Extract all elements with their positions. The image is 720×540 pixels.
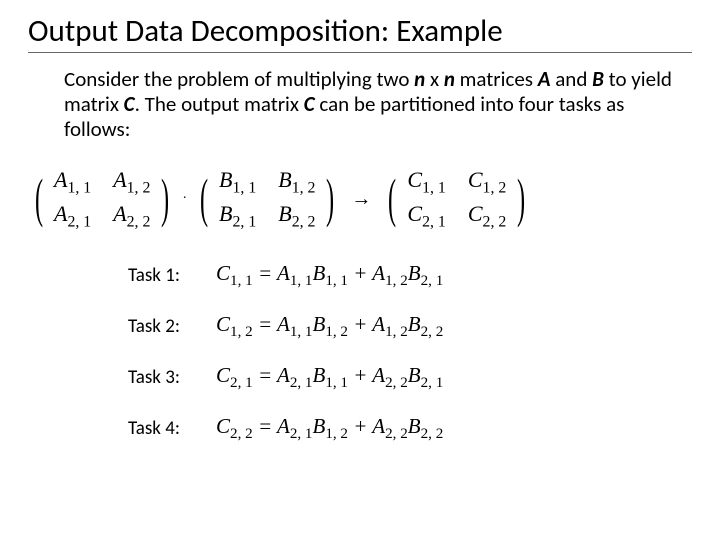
matrix-b: ( B1, 1B1, 2 B2, 1B2, 2 ) xyxy=(195,163,339,235)
dot-operator: · xyxy=(180,191,189,207)
matrix-equation: ( A1, 1A1, 2 A2, 1A2, 2 ) · ( B1, 1B1, 2… xyxy=(30,163,692,235)
matrix-a: ( A1, 1A1, 2 A2, 1A2, 2 ) xyxy=(30,163,174,235)
task-row: Task 4: C2, 2 = A2, 1B1, 2 + A2, 2B2, 2 xyxy=(128,414,692,443)
paren-left-icon: ( xyxy=(200,177,208,220)
task-equation: C1, 2 = A1, 1B1, 2 + A1, 2B2, 2 xyxy=(216,312,443,341)
paren-right-icon: ) xyxy=(326,177,334,220)
var-c: C xyxy=(304,91,315,117)
task-row: Task 1: C1, 1 = A1, 1B1, 1 + A1, 2B2, 1 xyxy=(128,261,692,290)
paren-left-icon: ( xyxy=(388,177,396,220)
text: x xyxy=(425,66,444,92)
paren-right-icon: ) xyxy=(161,177,169,220)
task-list: Task 1: C1, 1 = A1, 1B1, 1 + A1, 2B2, 1 … xyxy=(28,261,692,444)
arrow-icon: → xyxy=(345,188,377,211)
task-row: Task 3: C2, 1 = A2, 1B1, 1 + A2, 2B2, 1 xyxy=(128,363,692,392)
intro-text: Consider the problem of multiplying two … xyxy=(28,67,692,141)
slide-title: Output Data Decomposition: Example xyxy=(28,12,692,53)
task-label: Task 2: xyxy=(128,315,216,338)
var-n: n xyxy=(444,66,455,92)
var-a: A xyxy=(538,66,551,92)
task-equation: C1, 1 = A1, 1B1, 1 + A1, 2B2, 1 xyxy=(216,261,443,290)
text: Consider the problem of multiplying two xyxy=(64,66,414,92)
text: matrices xyxy=(455,66,538,92)
text: . The output matrix xyxy=(135,91,304,117)
task-equation: C2, 2 = A2, 1B1, 2 + A2, 2B2, 2 xyxy=(216,414,443,443)
task-equation: C2, 1 = A2, 1B1, 1 + A2, 2B2, 1 xyxy=(216,363,443,392)
paren-left-icon: ( xyxy=(35,177,43,220)
var-n: n xyxy=(414,66,425,92)
var-c: C xyxy=(124,91,135,117)
text: and xyxy=(550,66,592,92)
matrix-c: ( C1, 1C1, 2 C2, 1C2, 2 ) xyxy=(383,163,530,235)
task-row: Task 2: C1, 2 = A1, 1B1, 2 + A1, 2B2, 2 xyxy=(128,312,692,341)
task-label: Task 3: xyxy=(128,366,216,389)
task-label: Task 1: xyxy=(128,264,216,287)
paren-right-icon: ) xyxy=(517,177,525,220)
task-label: Task 4: xyxy=(128,417,216,440)
var-b: B xyxy=(592,66,604,92)
